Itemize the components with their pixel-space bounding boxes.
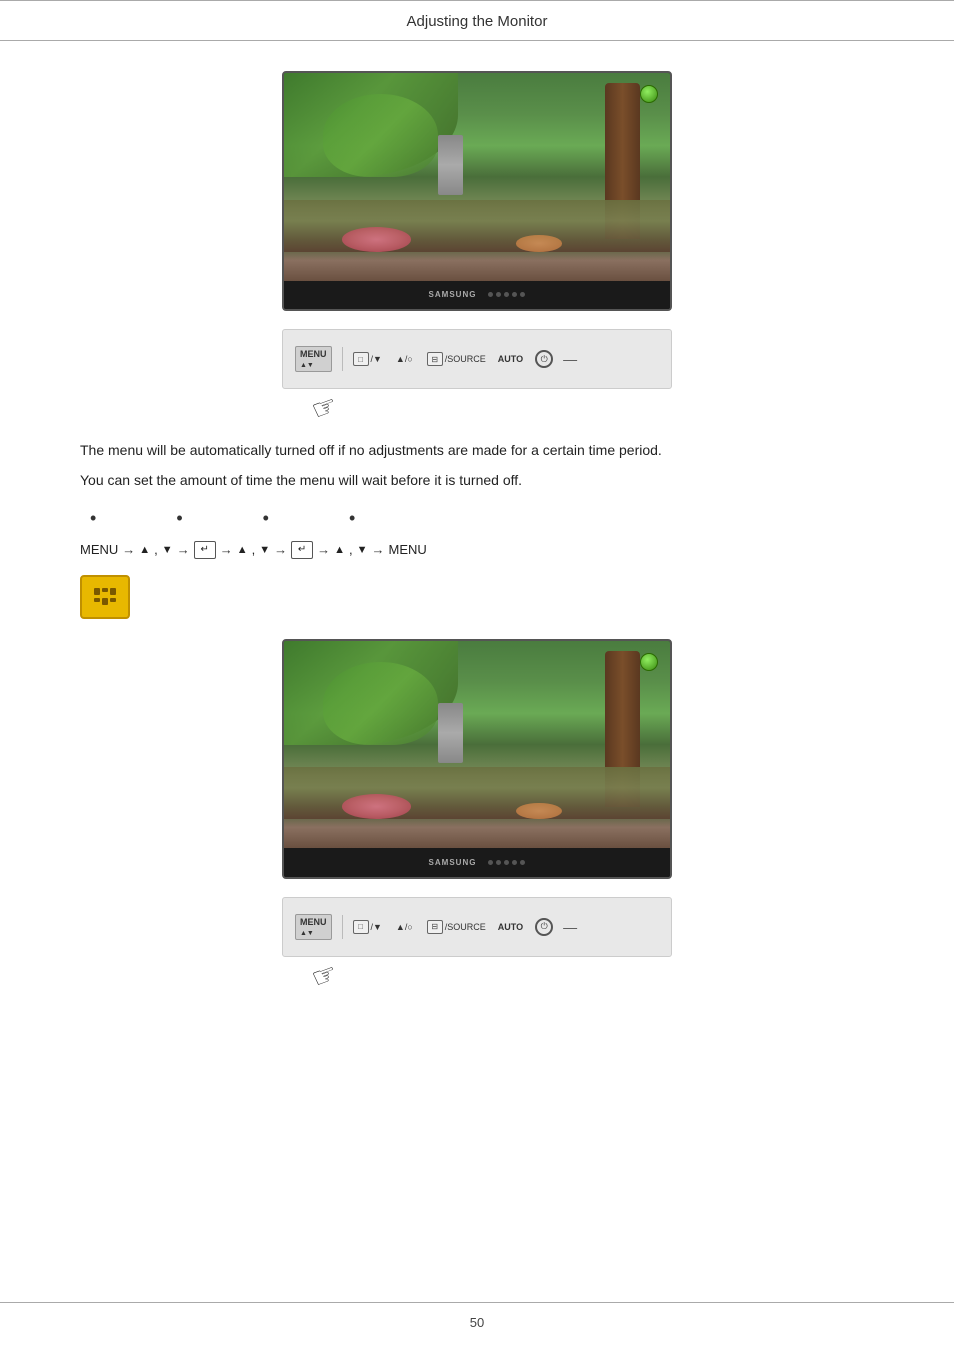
menu-up-2: ▲ bbox=[237, 544, 248, 556]
ctrl-auto-bottom: AUTO bbox=[498, 922, 523, 932]
ctrl-btn2-top: ▲/○ bbox=[396, 354, 413, 364]
ctrl-btn3-top: ⊟ /SOURCE bbox=[427, 352, 486, 366]
page-number: 50 bbox=[470, 1315, 484, 1330]
menu-down-1: ▼ bbox=[162, 544, 173, 556]
menu-up-1: ▲ bbox=[139, 544, 150, 556]
ctrl-source-icon-bottom: ⊟ bbox=[427, 920, 443, 934]
monitor-dots-bottom bbox=[488, 860, 525, 865]
monitor-display-bottom: SAMSUNG bbox=[282, 639, 672, 879]
monitor-image-bottom: SAMSUNG bbox=[80, 639, 874, 879]
ctrl-btn3-bottom: ⊟ /SOURCE bbox=[427, 920, 486, 934]
ctrl-btn2-bottom: ▲/○ bbox=[396, 922, 413, 932]
menu-enter-icon-1: ↵ bbox=[194, 541, 216, 559]
menu-up-3: ▲ bbox=[334, 544, 345, 556]
bullet-4: • bbox=[349, 508, 355, 529]
ctrl-auto-top: AUTO bbox=[498, 354, 523, 364]
note-line-1 bbox=[94, 588, 116, 595]
menu-comma-2: , bbox=[252, 542, 256, 557]
note-bar-2 bbox=[102, 588, 108, 592]
monitor-image-top: SAMSUNG bbox=[80, 71, 874, 311]
monitor-display-top: SAMSUNG bbox=[282, 71, 672, 311]
bullet-row: • • • • bbox=[80, 508, 874, 529]
control-bar-top-wrapper: MENU▲▼ □ /▼ ▲/○ ⊟ /SOURCE AUTO ⏻ — ☞ bbox=[80, 329, 874, 389]
page-footer: 50 bbox=[0, 1302, 954, 1330]
samsung-label-bottom: SAMSUNG bbox=[429, 858, 477, 867]
menu-arrow-6: → bbox=[372, 542, 385, 557]
menu-arrow-2: → bbox=[177, 542, 190, 557]
note-bar-3 bbox=[110, 588, 116, 595]
content-area: SAMSUNG MENU▲▼ □ /▼ ▲/○ bbox=[0, 71, 954, 957]
control-bar-top: MENU▲▼ □ /▼ ▲/○ ⊟ /SOURCE AUTO ⏻ — bbox=[282, 329, 672, 389]
control-bar-bottom-wrapper: MENU▲▼ □ /▼ ▲/○ ⊟ /SOURCE AUTO ⏻ — ☞ bbox=[80, 897, 874, 957]
note-bar-6 bbox=[110, 598, 116, 602]
monitor-screen-top bbox=[284, 73, 670, 281]
samsung-label-top: SAMSUNG bbox=[429, 290, 477, 299]
para2: You can set the amount of time the menu … bbox=[80, 469, 874, 491]
ctrl-btn1-top: □ /▼ bbox=[353, 352, 382, 366]
menu-arrow-3: → bbox=[220, 542, 233, 557]
control-bar-bottom: MENU▲▼ □ /▼ ▲/○ ⊟ /SOURCE AUTO ⏻ — bbox=[282, 897, 672, 957]
hand-pointer-bottom: ☞ bbox=[307, 955, 342, 995]
monitor-dots-top bbox=[488, 292, 525, 297]
ctrl-power-bottom: ⏻ bbox=[535, 918, 553, 936]
hand-pointer-top: ☞ bbox=[307, 388, 342, 428]
note-icon bbox=[80, 575, 130, 619]
menu-path: MENU → ▲ , ▼ → ↵ → ▲ , ▼ → ↵ → ▲ , ▼ → M… bbox=[80, 541, 874, 559]
menu-path-menu-end: MENU bbox=[389, 542, 427, 557]
page-title: Adjusting the Monitor bbox=[407, 13, 548, 30]
ctrl-source-icon-top: ⊟ bbox=[427, 352, 443, 366]
menu-path-menu-start: MENU bbox=[80, 542, 118, 557]
ctrl-icon-box-bottom: □ bbox=[353, 920, 369, 934]
menu-comma-1: , bbox=[154, 542, 158, 557]
monitor-green-indicator-bottom bbox=[640, 653, 658, 671]
ctrl-btn1-bottom: □ /▼ bbox=[353, 920, 382, 934]
menu-arrow-5: → bbox=[317, 542, 330, 557]
ctrl-menu-label-bottom: MENU▲▼ bbox=[295, 914, 332, 940]
monitor-bottom-bar-bottom: SAMSUNG bbox=[284, 848, 670, 876]
note-line-2 bbox=[94, 598, 116, 605]
menu-down-3: ▼ bbox=[357, 544, 368, 556]
ctrl-minus-top: — bbox=[563, 351, 577, 367]
menu-enter-icon-2: ↵ bbox=[291, 541, 313, 559]
text-section: The menu will be automatically turned of… bbox=[80, 439, 874, 492]
para1: The menu will be automatically turned of… bbox=[80, 439, 874, 461]
monitor-bottom-bar-top: SAMSUNG bbox=[284, 281, 670, 309]
monitor-screen-bottom bbox=[284, 641, 670, 849]
monitor-green-indicator-top bbox=[640, 85, 658, 103]
ctrl-minus-bottom: — bbox=[563, 919, 577, 935]
bullet-1: • bbox=[90, 508, 96, 529]
note-bar-5 bbox=[102, 598, 108, 605]
menu-arrow-1: → bbox=[122, 542, 135, 557]
note-bar-4 bbox=[94, 598, 100, 602]
note-bar-1 bbox=[94, 588, 100, 595]
menu-arrow-4: → bbox=[274, 542, 287, 557]
bullet-2: • bbox=[176, 508, 182, 529]
ctrl-icon-box-top: □ bbox=[353, 352, 369, 366]
menu-comma-3: , bbox=[349, 542, 353, 557]
note-icon-lines bbox=[94, 588, 116, 605]
ctrl-power-top: ⏻ bbox=[535, 350, 553, 368]
ctrl-sep-1 bbox=[342, 347, 343, 371]
menu-down-2: ▼ bbox=[259, 544, 270, 556]
bullet-3: • bbox=[263, 508, 269, 529]
ctrl-menu-label-top: MENU▲▼ bbox=[295, 346, 332, 372]
note-icon-wrapper bbox=[80, 575, 874, 619]
ctrl-sep-2 bbox=[342, 915, 343, 939]
page-header: Adjusting the Monitor bbox=[0, 0, 954, 41]
